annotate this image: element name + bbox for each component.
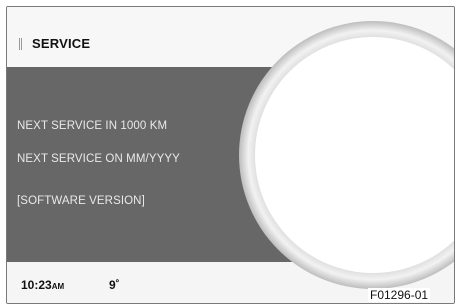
display-frame: SERVICE NEXT SERVICE IN 1000 KM NEXT SER… [6, 6, 455, 304]
dial-gauge-graphic [239, 21, 454, 289]
clock-time-value: 10:23 [21, 278, 52, 292]
outside-temperature: 9˚ [109, 278, 120, 292]
figure-id-label: F01296-01 [368, 288, 431, 302]
clock-ampm: AM [51, 282, 65, 291]
clock-time: 10:23AM [21, 278, 64, 292]
